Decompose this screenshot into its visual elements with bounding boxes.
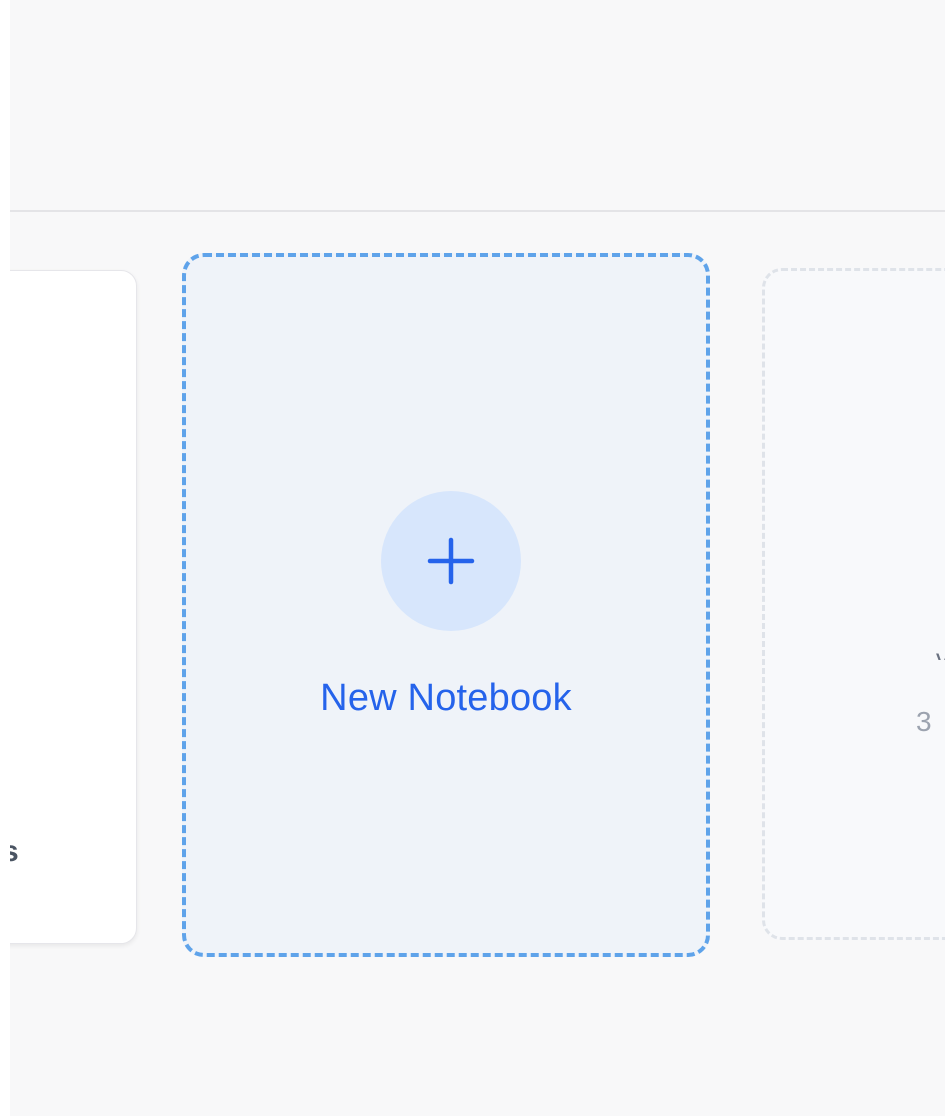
notebook-card-right-count: 3 xyxy=(916,706,932,737)
notebook-grid-viewport: s New Notebook v 3 xyxy=(10,0,945,1116)
notebook-card-left[interactable] xyxy=(10,270,137,944)
notebook-card-left-text: s xyxy=(10,835,19,868)
new-notebook-card[interactable]: New Notebook xyxy=(182,253,710,957)
plus-icon xyxy=(427,537,475,585)
header-area xyxy=(10,0,945,210)
plus-icon-circle xyxy=(381,491,521,631)
header-divider xyxy=(10,210,945,212)
new-notebook-label: New Notebook xyxy=(320,677,572,719)
notebook-card-right-title: v xyxy=(936,648,945,660)
notebook-card-right[interactable] xyxy=(762,268,945,940)
